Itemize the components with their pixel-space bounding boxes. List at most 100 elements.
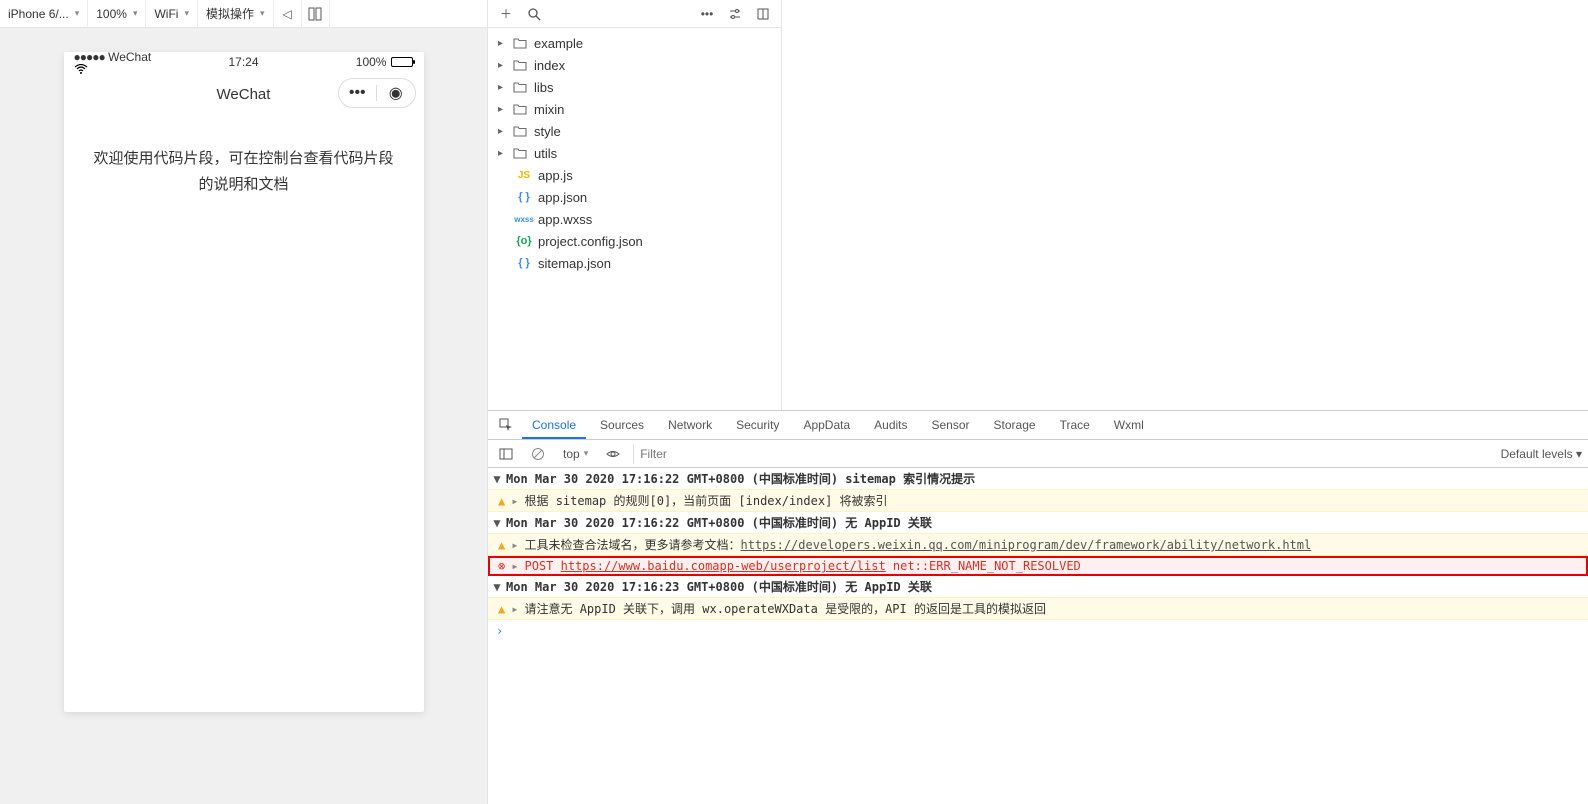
- warning-icon: ▲: [498, 538, 505, 552]
- devtools-tabs: ConsoleSourcesNetworkSecurityAppDataAudi…: [488, 411, 1588, 440]
- file-tree[interactable]: ▸ example ▸index▸libs▸mixin▸style ▸ utilsJS a…: [488, 28, 781, 410]
- file-app.json[interactable]: { }app.json: [488, 186, 781, 208]
- file-label: app.wxss: [538, 212, 592, 227]
- sliders-icon: [728, 7, 742, 21]
- context-select[interactable]: top ▾: [558, 444, 593, 464]
- simulator-pane: iPhone 6/... ▾ 100% ▾ WiFi ▾ 模拟操作 ▾ ◁: [0, 0, 487, 804]
- folder-label: example: [534, 36, 583, 51]
- chevron-right-icon: ▸: [498, 148, 506, 159]
- file-more-button[interactable]: •••: [695, 2, 719, 26]
- file-project.config.json[interactable]: {o}project.config.json: [488, 230, 781, 252]
- target-icon: ◉: [389, 83, 403, 103]
- devtools-tab-sources[interactable]: Sources: [590, 412, 654, 438]
- plus-icon: ＋: [500, 5, 512, 22]
- file-app.wxss[interactable]: wxssapp.wxss: [488, 208, 781, 230]
- new-file-button[interactable]: ＋: [494, 2, 518, 26]
- clear-icon: [531, 447, 545, 461]
- doc-link[interactable]: https://developers.weixin.qq.com/minipro…: [740, 538, 1311, 552]
- device-select-label: iPhone 6/...: [8, 7, 69, 21]
- carrier-label: WeChat: [108, 50, 151, 64]
- console-warning-row[interactable]: ▲ ▸ 工具未检查合法域名，更多请参考文档：https://developers.w…: [488, 533, 1588, 556]
- nav-bar: WeChat ••• ◉: [64, 72, 424, 116]
- folder-utils[interactable]: ▸ utils: [488, 142, 781, 164]
- live-expression-button[interactable]: [601, 442, 625, 466]
- console-warning-row[interactable]: ▲▸根据 sitemap 的规则[0]，当前页面 [index/index] 将…: [488, 489, 1588, 512]
- clock-label: 17:24: [187, 55, 300, 69]
- device-select[interactable]: iPhone 6/... ▾: [0, 0, 88, 27]
- file-split-button[interactable]: [751, 2, 775, 26]
- console-group-title: Mon Mar 30 2020 17:16:22 GMT+0800 (中国标准时…: [506, 514, 932, 531]
- log-level-select[interactable]: Default levels ▾: [1501, 447, 1582, 461]
- devtools-tab-console[interactable]: Console: [522, 412, 586, 439]
- back-icon: ◁: [282, 7, 291, 21]
- console-group-header[interactable]: ▼Mon Mar 30 2020 17:16:23 GMT+0800 (中国标准…: [488, 576, 1588, 597]
- devtools-toggle-button[interactable]: [494, 413, 518, 437]
- file-toolbar: ＋ •••: [488, 0, 781, 28]
- console-output[interactable]: ▼ Mon Mar 30 2020 17:16:22 GMT+0800 (中国标准…: [488, 468, 1588, 804]
- folder-style[interactable]: ▸style: [488, 120, 781, 142]
- sim-action-select[interactable]: 模拟操作 ▾: [198, 0, 274, 27]
- folder-index[interactable]: ▸index: [488, 54, 781, 76]
- back-button[interactable]: ◁: [274, 0, 302, 28]
- sim-action-label: 模拟操作: [206, 5, 254, 22]
- console-filter-bar: top ▾ Default levels ▾: [488, 440, 1588, 468]
- capsule-more-button[interactable]: •••: [339, 84, 377, 102]
- network-select-label: WiFi: [154, 7, 178, 21]
- file-app.js[interactable]: JS app.js: [488, 164, 781, 186]
- console-error-row[interactable]: ⊗▸POST https://www.baidu.comapp-web/user…: [488, 556, 1588, 576]
- devtools-tab-network[interactable]: Network: [658, 412, 722, 438]
- folder-icon: [512, 102, 528, 116]
- folder-icon: [512, 124, 528, 138]
- json-file-icon: { }: [516, 257, 532, 269]
- devtools-tab-wxml[interactable]: Wxml: [1104, 412, 1154, 438]
- zoom-select[interactable]: 100% ▾: [88, 0, 146, 27]
- folder-example[interactable]: ▸ example: [488, 32, 781, 54]
- devtools-tab-security[interactable]: Security: [726, 412, 789, 438]
- file-label: app.js: [538, 168, 573, 183]
- devtools-tab-storage[interactable]: Storage: [984, 412, 1046, 438]
- editor-area: [782, 0, 1588, 410]
- console-message-text: 请注意无 AppID 关联下，调用 wx.operateWXData 是受限的，…: [524, 600, 1046, 617]
- filter-input[interactable]: [633, 444, 923, 464]
- request-url-link[interactable]: https://www.baidu.comapp-web/userproject…: [561, 559, 886, 573]
- folder-libs[interactable]: ▸libs: [488, 76, 781, 98]
- devtools-tab-appdata[interactable]: AppData: [793, 412, 860, 438]
- folder-label: index: [534, 58, 565, 73]
- chevron-right-icon: ▸: [498, 38, 506, 49]
- console-prompt[interactable]: ›: [488, 620, 1588, 642]
- console-group-header[interactable]: ▼Mon Mar 30 2020 17:16:22 GMT+0800 (中国标准…: [488, 468, 1588, 489]
- sidebar-toggle-button[interactable]: [494, 442, 518, 466]
- nav-title: WeChat: [217, 86, 271, 103]
- error-icon: ⊗: [498, 559, 505, 573]
- capsule: ••• ◉: [338, 78, 416, 108]
- file-sitemap.json[interactable]: { } sitemap.json: [488, 252, 781, 274]
- chevron-right-icon: ▸: [511, 559, 518, 573]
- folder-mixin[interactable]: ▸mixin: [488, 98, 781, 120]
- clear-console-button[interactable]: [526, 442, 550, 466]
- file-label: sitemap.json: [538, 256, 611, 271]
- chevron-down-icon: ▼: [492, 472, 502, 486]
- devtools-tab-trace[interactable]: Trace: [1050, 412, 1100, 438]
- devtools-tab-audits[interactable]: Audits: [864, 412, 917, 438]
- js-file-icon: JS: [516, 170, 532, 181]
- simulator-stage: ●●●●● WeChat 17:24 100% WeChat: [0, 28, 487, 804]
- file-label: project.config.json: [538, 234, 643, 249]
- split-icon: [756, 7, 770, 21]
- chevron-down-icon: ▾: [184, 8, 189, 19]
- file-search-button[interactable]: [522, 2, 546, 26]
- network-select[interactable]: WiFi ▾: [146, 0, 198, 27]
- capsule-close-button[interactable]: ◉: [377, 83, 415, 103]
- chevron-right-icon: ▸: [511, 538, 518, 552]
- top-section: ＋ ••• ▸ example ▸index▸libs▸mixin▸style ▸ ut…: [488, 0, 1588, 410]
- devtools-tab-sensor[interactable]: Sensor: [922, 412, 980, 438]
- folder-label: utils: [534, 146, 557, 161]
- console-message-text: 工具未检查合法域名，更多请参考文档：https://developers.wei…: [524, 536, 1311, 553]
- more-icon: •••: [701, 7, 714, 21]
- folder-icon: [512, 36, 528, 50]
- simulator-toolbar: iPhone 6/... ▾ 100% ▾ WiFi ▾ 模拟操作 ▾ ◁: [0, 0, 487, 28]
- file-settings-button[interactable]: [723, 2, 747, 26]
- battery-pct-label: 100%: [356, 55, 387, 69]
- console-group-header[interactable]: ▼Mon Mar 30 2020 17:16:22 GMT+0800 (中国标准…: [488, 512, 1588, 533]
- console-warning-row[interactable]: ▲▸请注意无 AppID 关联下，调用 wx.operateWXData 是受限…: [488, 597, 1588, 620]
- layout-button[interactable]: [302, 0, 330, 28]
